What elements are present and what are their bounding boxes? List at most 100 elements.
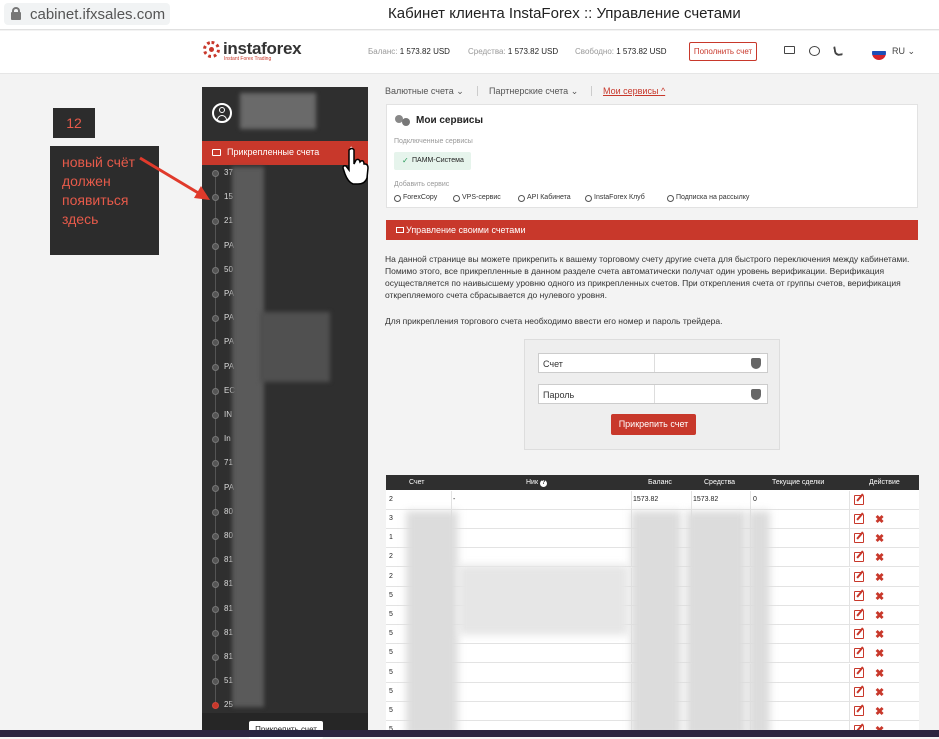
cell-divider: [849, 510, 850, 529]
edit-icon[interactable]: [854, 590, 864, 601]
user-profile[interactable]: [202, 87, 368, 139]
table-cell: 5: [389, 611, 393, 618]
account-status-dot: [212, 387, 219, 395]
folder-icon: [212, 149, 221, 156]
delete-icon[interactable]: ✖: [875, 609, 884, 622]
account-input[interactable]: [657, 355, 747, 371]
user-avatar-icon: [212, 103, 232, 123]
account-status-dot: [212, 339, 219, 347]
edit-icon[interactable]: [854, 629, 864, 640]
list-icon: [396, 227, 404, 233]
cell-divider: [691, 491, 692, 510]
delete-icon[interactable]: ✖: [875, 628, 884, 641]
account-status-dot: [212, 460, 219, 468]
phone-icon[interactable]: [833, 45, 843, 57]
delete-icon[interactable]: ✖: [875, 590, 884, 603]
cell-divider: [849, 682, 850, 702]
account-status-dot: [212, 170, 219, 177]
account-status-dot: [212, 291, 219, 298]
tab-my-services[interactable]: Мои сервисы ^: [603, 86, 665, 96]
tab-currency-accounts[interactable]: Валютные счета ⌄: [385, 86, 464, 97]
cell-divider: [849, 529, 850, 549]
account-field[interactable]: Счет: [538, 353, 768, 373]
delete-icon[interactable]: ✖: [875, 686, 884, 699]
edit-icon[interactable]: [854, 706, 864, 716]
redacted-nick-col: [458, 565, 628, 635]
chat-icon[interactable]: [809, 46, 820, 56]
table-cell: -: [453, 496, 456, 503]
table-row: 2 - 1573.82 1573.82 0: [386, 491, 919, 510]
delete-icon[interactable]: ✖: [875, 571, 884, 584]
account-status-dot: [212, 629, 219, 637]
cell-divider: [849, 625, 850, 645]
edit-icon[interactable]: [854, 648, 864, 659]
redacted-balance-col: [631, 511, 681, 737]
services-icon: [395, 112, 413, 128]
add-vps[interactable]: VPS-сервис: [453, 194, 501, 202]
tab-partner-accounts[interactable]: Партнерские счета ⌄: [489, 86, 578, 97]
add-club[interactable]: InstaForex Клуб: [585, 194, 645, 202]
col-deals: Текущие сделки: [772, 479, 825, 486]
edit-icon[interactable]: [854, 552, 864, 563]
account-status-dot: [212, 533, 219, 540]
edit-icon[interactable]: [854, 686, 864, 697]
add-api[interactable]: API Кабинета: [518, 194, 571, 202]
account-status-dot: [212, 436, 219, 444]
window-title: Кабинет клиента InstaForex :: Управление…: [388, 5, 741, 22]
shield-icon: [751, 358, 761, 369]
edit-icon[interactable]: [854, 514, 864, 524]
table-header: Счет Ник? Баланс Средства Текущие сделки…: [386, 475, 919, 490]
help-icon[interactable]: ?: [540, 480, 548, 487]
account-status-dot: [212, 557, 219, 565]
top-navigation: instaforex Instant Forex Trading Баланс:…: [0, 31, 939, 74]
edit-icon[interactable]: [854, 571, 864, 582]
pamm-service-chip[interactable]: ПАММ-Система: [394, 152, 471, 170]
cell-divider: [849, 663, 850, 683]
table-cell: 2: [389, 572, 393, 580]
topup-button[interactable]: Пополнить счет: [689, 42, 757, 61]
add-forexcopy[interactable]: ForexCopy: [394, 194, 437, 202]
address-bar[interactable]: cabinet.ifxsales.com: [4, 3, 170, 25]
delete-icon[interactable]: ✖: [875, 667, 884, 680]
attach-account-form: Счет Пароль Прикрепить счет: [524, 339, 780, 450]
redacted-username: [240, 93, 316, 129]
col-account: Счет: [409, 479, 425, 486]
delete-icon[interactable]: ✖: [875, 647, 884, 660]
cell-divider: [849, 644, 850, 664]
redacted-deals-col: [748, 511, 770, 737]
delete-icon[interactable]: ✖: [875, 513, 884, 526]
annotation-note: новый счёт должен появиться здесь: [50, 146, 159, 255]
attach-account-button[interactable]: Прикрепить счет: [611, 414, 696, 435]
table-cell: 1: [389, 534, 393, 542]
delete-icon[interactable]: ✖: [875, 705, 884, 718]
russia-flag-icon[interactable]: [872, 46, 886, 60]
add-newsletter[interactable]: Подписка на рассылку: [667, 194, 749, 202]
edit-icon[interactable]: [854, 495, 864, 505]
lock-icon: [11, 7, 21, 20]
management-title: Управление своими счетами: [406, 225, 526, 235]
accounts-table: Счет Ник? Баланс Средства Текущие сделки…: [386, 475, 919, 737]
tab-divider: [477, 86, 478, 96]
delete-icon[interactable]: ✖: [875, 532, 884, 545]
cell-divider: [849, 606, 850, 625]
cell-divider: [849, 702, 850, 721]
free-display: Свободно: 1 573.82 USD: [575, 47, 667, 56]
cell-divider: [631, 491, 632, 510]
edit-icon[interactable]: [854, 667, 864, 678]
monitor-icon[interactable]: [784, 46, 795, 54]
cell-divider: [849, 567, 850, 587]
password-field[interactable]: Пароль: [538, 384, 768, 404]
edit-icon[interactable]: [854, 533, 864, 544]
logo-icon: [203, 41, 220, 58]
account-status-dot: [212, 484, 219, 492]
table-cell: 0: [753, 496, 757, 503]
account-status-dot: [212, 194, 219, 202]
edit-icon[interactable]: [854, 610, 864, 620]
delete-icon[interactable]: ✖: [875, 551, 884, 564]
cell-divider: [849, 586, 850, 606]
account-status-dot: [212, 363, 219, 371]
password-input[interactable]: [657, 386, 747, 402]
redacted-accounts-col: [406, 511, 458, 737]
attached-accounts-label: Прикрепленные счета: [227, 147, 320, 157]
language-selector[interactable]: RU ⌄: [892, 46, 915, 57]
